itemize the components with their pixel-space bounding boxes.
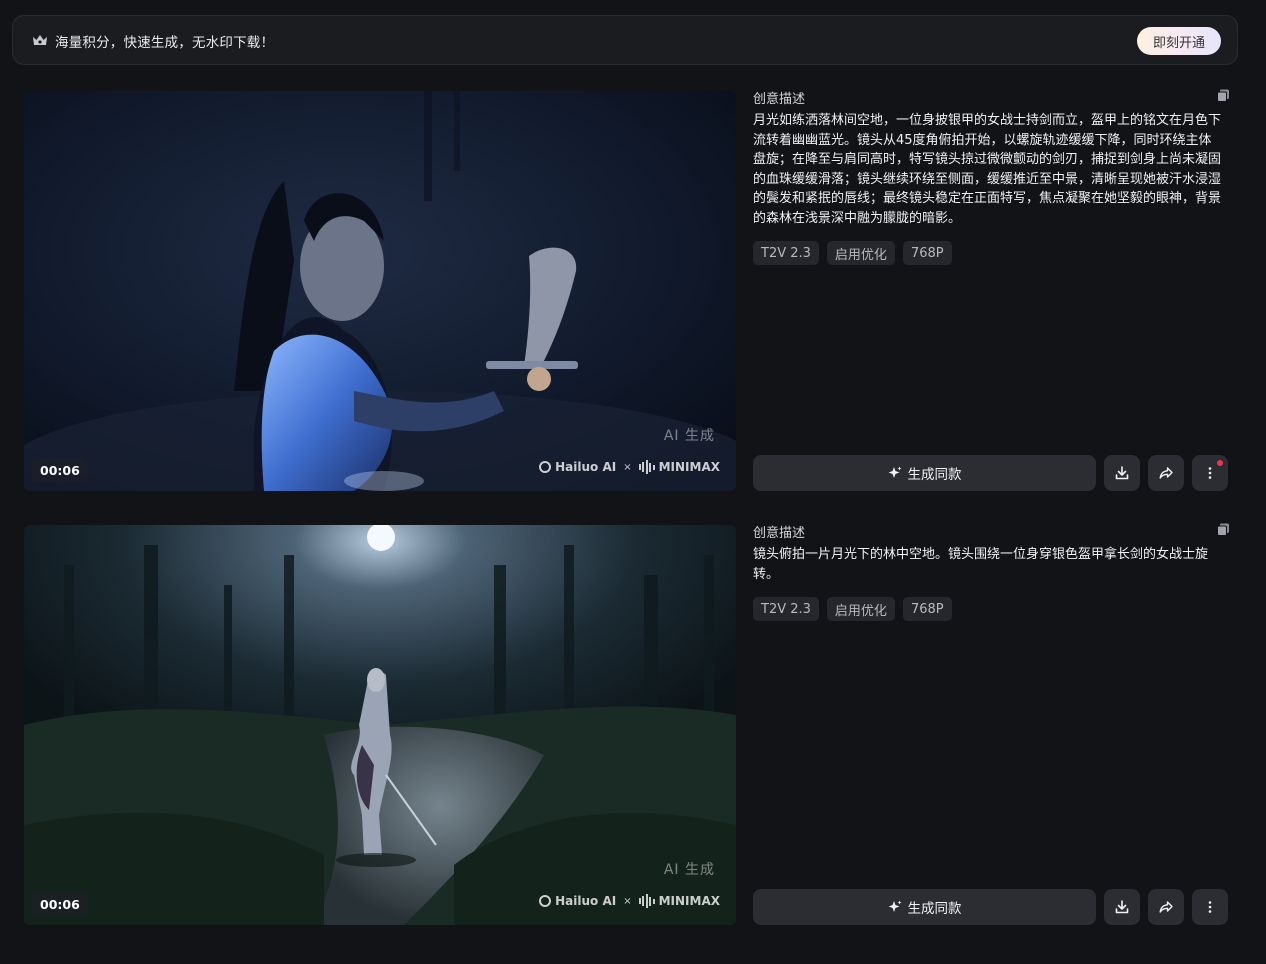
promo-text: 海量积分，快速生成，无水印下载！ (55, 35, 275, 51)
minimax-brand: MINIMAX (658, 894, 720, 908)
tag-resolution: 768P (902, 241, 952, 265)
more-options-button[interactable] (1192, 889, 1228, 925)
minimax-brand: MINIMAX (658, 460, 720, 474)
ai-generated-watermark: AI 生成 (663, 862, 715, 878)
video-frame-warrior-closeup (24, 91, 736, 491)
share-button[interactable] (1148, 455, 1184, 491)
hailuo-logo-icon (539, 461, 552, 473)
ai-generated-watermark: AI 生成 (663, 428, 715, 444)
tag-list: T2V 2.3 启用优化 768P (753, 597, 952, 621)
minimax-logo-icon (638, 894, 655, 908)
brand-watermark: Hailuo AI × MINIMAX (539, 893, 720, 909)
share-icon (1159, 467, 1173, 479)
generate-similar-button[interactable]: 生成同款 (753, 455, 1096, 491)
tag-resolution: 768P (902, 597, 952, 621)
promo-banner: 海量积分，快速生成，无水印下载！ 即刻开通 (12, 15, 1238, 65)
copy-icon[interactable] (1217, 523, 1230, 536)
video-card: 00:06 AI 生成 Hailuo AI × MINIMAX 创意描述 月光如… (24, 89, 1240, 491)
hailuo-brand: Hailuo AI (555, 894, 617, 908)
watermark-separator: × (623, 461, 632, 473)
more-options-button[interactable] (1192, 455, 1228, 491)
prompt-title: 创意描述 (753, 526, 806, 541)
tag-optimization: 启用优化 (826, 597, 895, 621)
more-vertical-icon (1208, 901, 1212, 913)
minimax-logo-icon (638, 460, 655, 474)
generate-similar-label: 生成同款 (907, 901, 962, 917)
prompt-title: 创意描述 (753, 92, 806, 107)
video-info-panel: 创意描述 镜头俯拍一片月光下的林中空地。镜头围绕一位身穿银色盔甲拿长剑的女战士旋… (753, 523, 1230, 925)
subscribe-now-button[interactable]: 即刻开通 (1136, 27, 1221, 55)
generate-similar-button[interactable]: 生成同款 (753, 889, 1096, 925)
tag-optimization: 启用优化 (826, 241, 895, 265)
prompt-description: 月光如练洒落林间空地，一位身披银甲的女战士持剑而立，盔甲上的铭文在月色下流转着幽… (753, 113, 1222, 226)
notification-dot (1217, 460, 1223, 466)
video-duration: 00:06 (32, 892, 88, 916)
download-icon (1115, 900, 1129, 914)
sparkle-icon (888, 466, 901, 478)
download-button[interactable] (1104, 889, 1140, 925)
crown-icon (33, 35, 47, 45)
video-card: 00:06 AI 生成 Hailuo AI × MINIMAX 创意描述 镜头俯… (24, 523, 1240, 925)
hailuo-logo-icon (539, 895, 552, 907)
tag-model: T2V 2.3 (753, 597, 819, 621)
download-button[interactable] (1104, 455, 1140, 491)
generate-similar-label: 生成同款 (907, 467, 962, 483)
share-button[interactable] (1148, 889, 1184, 925)
brand-watermark: Hailuo AI × MINIMAX (539, 459, 720, 475)
video-frame-forest-clearing (24, 525, 736, 925)
copy-icon[interactable] (1217, 89, 1230, 102)
sparkle-icon (888, 900, 901, 912)
download-icon (1115, 466, 1129, 480)
share-icon (1159, 901, 1173, 913)
prompt-description: 镜头俯拍一片月光下的林中空地。镜头围绕一位身穿银色盔甲拿长剑的女战士旋转。 (753, 547, 1209, 582)
tag-list: T2V 2.3 启用优化 768P (753, 241, 952, 265)
watermark-separator: × (623, 895, 632, 907)
video-thumbnail[interactable]: 00:06 AI 生成 Hailuo AI × MINIMAX (24, 91, 736, 491)
more-vertical-icon (1208, 467, 1212, 479)
video-thumbnail[interactable]: 00:06 AI 生成 Hailuo AI × MINIMAX (24, 525, 736, 925)
hailuo-brand: Hailuo AI (555, 460, 617, 474)
video-duration: 00:06 (32, 458, 88, 482)
tag-model: T2V 2.3 (753, 241, 819, 265)
video-info-panel: 创意描述 月光如练洒落林间空地，一位身披银甲的女战士持剑而立，盔甲上的铭文在月色… (753, 89, 1230, 491)
